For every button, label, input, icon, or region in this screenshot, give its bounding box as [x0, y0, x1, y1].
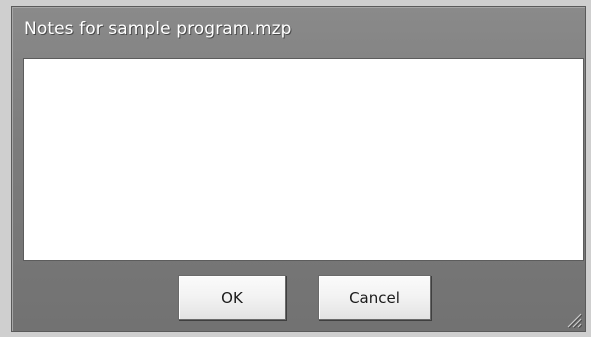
notes-textarea[interactable]: [23, 58, 584, 261]
dialog-title-bar[interactable]: Notes for sample program.mzp: [12, 7, 585, 55]
resize-grip-icon[interactable]: [564, 310, 582, 328]
ok-button-label: OK: [221, 288, 243, 307]
cancel-button[interactable]: Cancel: [318, 275, 431, 320]
cancel-button-label: Cancel: [349, 288, 400, 307]
notes-dialog: Notes for sample program.mzp OK Cancel: [11, 6, 586, 332]
dialog-title: Notes for sample program.mzp: [24, 19, 292, 39]
ok-button[interactable]: OK: [178, 275, 286, 320]
